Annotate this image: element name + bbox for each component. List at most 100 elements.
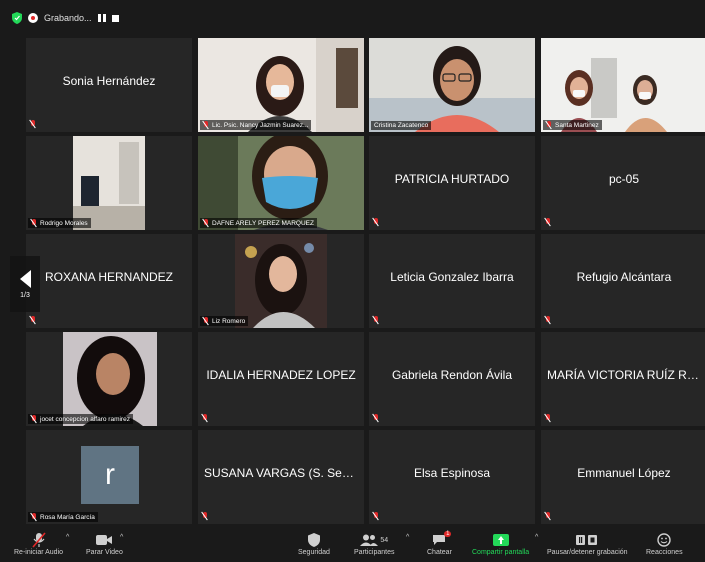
security-button[interactable]: Seguridad: [298, 531, 330, 556]
pause-stop-recording-label: Pausar/detener grabación: [547, 549, 628, 556]
share-options-caret-icon[interactable]: ^: [535, 534, 538, 541]
participant-video: [63, 332, 157, 426]
participant-name: Lic. Psic. Nancy Jazmin Suarez...: [212, 121, 309, 129]
muted-mic-icon: [203, 317, 209, 325]
muted-mic-icon: [545, 414, 551, 422]
record-icon: [28, 13, 38, 23]
participant-name: Refugio Alcántara: [576, 270, 672, 284]
participant-name: Leticia Gonzalez Ibarra: [390, 270, 514, 284]
participant-tile[interactable]: Leticia Gonzalez Ibarra: [369, 234, 535, 328]
participant-label: Rosa María García: [28, 512, 98, 522]
participant-tile[interactable]: Liz Romero: [198, 234, 364, 328]
muted-mic-icon: [546, 121, 552, 129]
chat-badge: 1: [444, 531, 452, 537]
chat-button[interactable]: 1 Chatear: [427, 531, 452, 556]
participant-name: PATRICIA HURTADO: [394, 172, 510, 186]
participant-video: [73, 136, 145, 230]
participant-tile[interactable]: Santa Martinez: [541, 38, 705, 132]
participant-name: Santa Martinez: [555, 121, 599, 129]
participant-label: DAFNE ARELY PEREZ MARQUEZ: [200, 218, 317, 228]
muted-mic-icon: [373, 218, 379, 226]
stop-video-label: Parar Video: [86, 549, 123, 556]
chat-label: Chatear: [427, 549, 452, 556]
reactions-label: Reacciones: [646, 549, 683, 556]
participant-tile[interactable]: MARÍA VICTORIA RUÍZ RO...: [541, 332, 705, 426]
participant-name: Elsa Espinosa: [413, 466, 491, 480]
restart-audio-button[interactable]: Re-iniciar Audio: [14, 531, 63, 556]
participants-button[interactable]: 54 Participantes: [354, 531, 394, 556]
participant-tile-active-speaker[interactable]: Cristina Zacatenco: [369, 38, 535, 132]
participant-name: Rodrigo Morales: [40, 219, 88, 227]
shield-icon: [307, 531, 320, 549]
participant-tile[interactable]: Emmanuel López: [541, 430, 705, 524]
participant-name: jocet concepcion alfaro ramirez: [40, 415, 130, 423]
participant-tile[interactable]: Elsa Espinosa: [369, 430, 535, 524]
participants-options-caret-icon[interactable]: ^: [406, 534, 409, 541]
muted-mic-icon: [31, 219, 37, 227]
participant-name: MARÍA VICTORIA RUÍZ RO...: [547, 368, 705, 382]
share-screen-label: Compartir pantalla: [472, 549, 530, 556]
pause-stop-icon: [576, 531, 598, 549]
security-label: Seguridad: [298, 549, 330, 556]
participant-tile[interactable]: Rodrigo Morales: [26, 136, 192, 230]
participant-name: ROXANA HERNANDEZ: [44, 270, 174, 284]
participant-tile[interactable]: SUSANA VARGAS (S. Segu...: [198, 430, 364, 524]
previous-page-button[interactable]: 1/3: [10, 256, 40, 312]
security-shield-icon: [12, 12, 22, 24]
participant-name: pc-05: [608, 172, 640, 186]
gallery-grid: Sonia Hernández Lic. Psic. Nancy Jazmin …: [26, 38, 705, 528]
muted-mic-icon: [31, 415, 37, 423]
participant-name: IDALIA HERNADEZ LOPEZ: [206, 368, 356, 382]
reactions-button[interactable]: Reacciones: [646, 531, 683, 556]
participant-label: Rodrigo Morales: [28, 218, 91, 228]
muted-mic-icon: [203, 219, 209, 227]
muted-mic-icon: [30, 120, 36, 128]
participant-tile[interactable]: r Rosa María García: [26, 430, 192, 524]
participant-tile[interactable]: Sonia Hernández: [26, 38, 192, 132]
participant-label: Lic. Psic. Nancy Jazmin Suarez...: [200, 120, 312, 130]
participant-tile[interactable]: ROXANA HERNANDEZ: [26, 234, 192, 328]
avatar: r: [81, 446, 139, 504]
emoji-icon: [657, 531, 671, 549]
participant-tile[interactable]: jocet concepcion alfaro ramirez: [26, 332, 192, 426]
chat-icon: 1: [432, 531, 452, 549]
participant-name: Rosa María García: [40, 513, 95, 521]
restart-audio-label: Re-iniciar Audio: [14, 549, 64, 556]
recording-indicator: Grabando...: [12, 10, 119, 26]
video-camera-icon: [96, 531, 113, 549]
muted-mic-icon: [373, 414, 379, 422]
participant-tile[interactable]: PATRICIA HURTADO: [369, 136, 535, 230]
participant-video: [198, 38, 364, 132]
muted-mic-icon: [545, 512, 551, 520]
participant-name: Sonia Hernández: [62, 74, 156, 88]
participant-name: Gabriela Rendon Ávila: [391, 368, 513, 382]
participant-video: [369, 38, 535, 132]
muted-mic-icon: [373, 316, 379, 324]
participant-video: [541, 38, 705, 132]
participant-label: Santa Martinez: [543, 120, 602, 130]
stop-recording-icon[interactable]: [111, 14, 119, 22]
video-options-caret-icon[interactable]: ^: [120, 534, 123, 541]
meeting-top-bar: Grabando...: [0, 0, 705, 34]
arrow-left-icon: [19, 269, 31, 288]
participant-tile[interactable]: pc-05: [541, 136, 705, 230]
participant-tile[interactable]: Lic. Psic. Nancy Jazmin Suarez...: [198, 38, 364, 132]
participant-label: Cristina Zacatenco: [371, 121, 432, 130]
pause-stop-recording-button[interactable]: Pausar/detener grabación: [547, 531, 628, 556]
muted-mic-icon: [545, 218, 551, 226]
participant-tile[interactable]: Refugio Alcántara: [541, 234, 705, 328]
muted-mic-icon: [545, 316, 551, 324]
stop-video-button[interactable]: Parar Video: [86, 531, 123, 556]
participant-tile[interactable]: DAFNE ARELY PEREZ MARQUEZ: [198, 136, 364, 230]
participant-label: jocet concepcion alfaro ramirez: [28, 414, 133, 424]
audio-options-caret-icon[interactable]: ^: [66, 534, 69, 541]
participants-count: 54: [380, 536, 389, 544]
share-screen-button[interactable]: Compartir pantalla: [472, 531, 529, 556]
participants-label: Participantes: [354, 549, 395, 556]
participant-video: [235, 234, 327, 328]
participant-tile[interactable]: IDALIA HERNADEZ LOPEZ: [198, 332, 364, 426]
pause-recording-icon[interactable]: [97, 14, 106, 22]
participant-tile[interactable]: Gabriela Rendon Ávila: [369, 332, 535, 426]
participant-name: Cristina Zacatenco: [374, 122, 429, 129]
microphone-muted-icon: [31, 531, 46, 549]
